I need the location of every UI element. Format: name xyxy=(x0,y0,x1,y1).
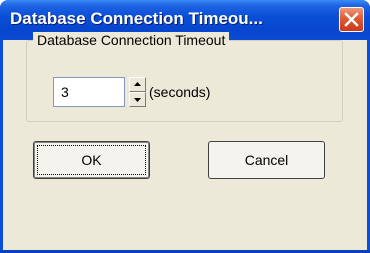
groupbox-label: Database Connection Timeout xyxy=(33,32,230,48)
timeout-spinner xyxy=(129,77,146,107)
close-icon xyxy=(344,12,359,27)
spin-up-button[interactable] xyxy=(129,77,146,92)
arrow-up-icon xyxy=(134,82,141,86)
ok-button[interactable]: OK xyxy=(33,141,150,179)
close-button[interactable] xyxy=(339,7,364,32)
dialog-window: Database Connection Timeou... Database C… xyxy=(0,0,370,253)
window-title: Database Connection Timeou... xyxy=(10,9,263,28)
units-label: (seconds) xyxy=(149,84,211,100)
cancel-button[interactable]: Cancel xyxy=(208,141,325,179)
arrow-down-icon xyxy=(134,98,141,102)
timeout-input[interactable] xyxy=(53,77,125,107)
spin-down-button[interactable] xyxy=(129,92,146,107)
